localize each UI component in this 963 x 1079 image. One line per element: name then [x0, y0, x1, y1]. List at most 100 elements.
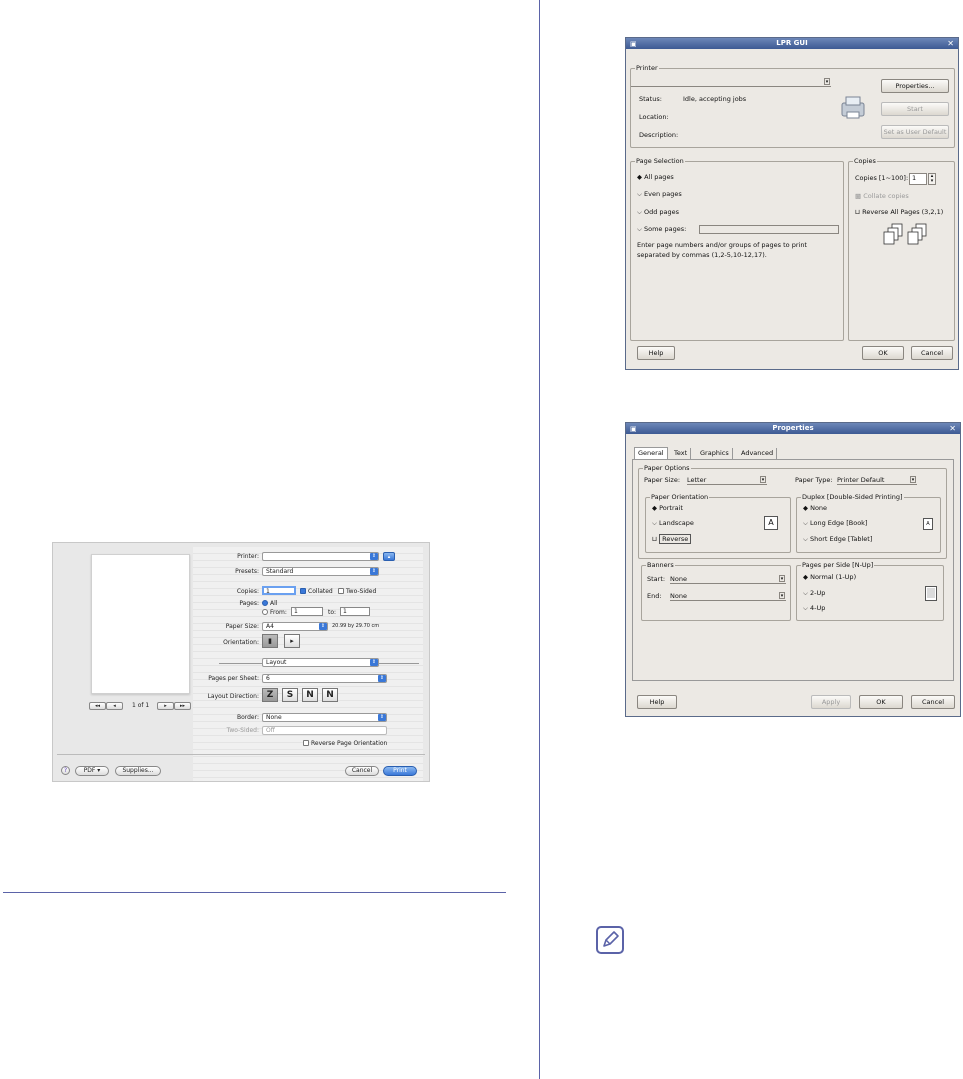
set-default-button[interactable]: Set as User Default	[881, 125, 949, 139]
paper-size-select[interactable]: A4 ⇕	[262, 622, 328, 631]
page-hint: Enter page numbers and/or groups of page…	[637, 241, 807, 259]
pages-from-field[interactable]: 1	[291, 607, 323, 616]
layout-n-icon[interactable]: N	[302, 688, 318, 702]
pages-to-field[interactable]: 1	[340, 607, 370, 616]
pencil-icon	[603, 931, 619, 947]
some-pages-field[interactable]	[699, 225, 839, 234]
mac-print-dialog: ◂◂ ◂ 1 of 1 ▸ ▸▸ Printer: ⇕ ▴ Presets: S…	[52, 542, 430, 782]
chevron-down-icon: ⇕	[378, 675, 386, 682]
portrait-radio[interactable]: ◆ Portrait	[652, 504, 683, 513]
normal-1up-radio[interactable]: ◆ Normal (1-Up)	[803, 573, 856, 582]
duplex-none-radio[interactable]: ◆ None	[803, 504, 827, 513]
ok-button[interactable]: OK	[859, 695, 903, 709]
paper-type-dropdown[interactable]: Printer Default ▾	[837, 476, 917, 485]
first-page-button[interactable]: ◂◂	[89, 702, 106, 710]
layout-z-icon[interactable]: Z	[262, 688, 278, 702]
note-icon	[596, 926, 624, 954]
reverse-orientation-checkbox[interactable]	[303, 740, 309, 746]
long-edge-radio[interactable]: ⌵ Long Edge [Book]	[803, 519, 867, 528]
landscape-orientation-icon[interactable]: ▸	[284, 634, 300, 648]
last-page-button[interactable]: ▸▸	[174, 702, 191, 710]
two-up-label: 2-Up	[810, 589, 826, 597]
portrait-orientation-icon[interactable]: ▮	[262, 634, 278, 648]
reverse-orientation-label: Reverse Page Orientation	[311, 740, 388, 747]
copies-field[interactable]: 1	[262, 586, 296, 595]
presets-label: Presets:	[235, 568, 259, 575]
banners-group-label: Banners	[646, 561, 675, 570]
pages-from-radio[interactable]	[262, 609, 268, 615]
app-icon: ▣	[630, 40, 637, 48]
collate-checkbox[interactable]: ▩ Collate copies	[855, 192, 909, 201]
end-dropdown[interactable]: None ▾	[670, 592, 786, 601]
copies-label: Copies [1~100]:	[855, 174, 909, 182]
app-icon: ▣	[630, 425, 637, 433]
paper-size-dropdown[interactable]: Letter ▾	[687, 476, 767, 485]
help-icon[interactable]: ?	[61, 766, 70, 775]
lpr-gui-window: ▣ LPR GUI ✕ Printer ▾ Status: Idle, acce…	[625, 37, 959, 370]
border-select[interactable]: None ⇕	[262, 713, 387, 722]
pdf-button[interactable]: PDF ▾	[75, 766, 109, 776]
ok-button[interactable]: OK	[862, 346, 904, 360]
next-page-button[interactable]: ▸	[157, 702, 174, 710]
help-button[interactable]: Help	[637, 695, 677, 709]
properties-button[interactable]: Properties...	[881, 79, 949, 93]
help-button[interactable]: Help	[637, 346, 675, 360]
paper-size-dims: 20.99 by 29.70 cm	[332, 623, 380, 629]
layout-direction-label: Layout Direction:	[207, 693, 259, 700]
tab-advanced[interactable]: Advanced	[738, 448, 778, 459]
cancel-button[interactable]: Cancel	[911, 695, 955, 709]
collated-checkbox[interactable]	[300, 588, 306, 594]
four-up-radio[interactable]: ⌵ 4-Up	[803, 604, 825, 613]
page-a-icon: A	[764, 516, 778, 530]
pages-per-sheet-value: 6	[266, 675, 270, 682]
landscape-radio[interactable]: ⌵ Landscape	[652, 519, 694, 528]
cancel-button[interactable]: Cancel	[345, 766, 379, 776]
landscape-label: Landscape	[659, 519, 694, 527]
cancel-button[interactable]: Cancel	[911, 346, 953, 360]
end-label: End:	[647, 592, 662, 600]
start-value: None	[670, 575, 687, 583]
all-pages-radio[interactable]: ◆ All pages	[637, 173, 674, 182]
tab-text[interactable]: Text	[671, 448, 692, 459]
close-icon[interactable]: ✕	[949, 423, 956, 434]
supplies-button[interactable]: Supplies...	[115, 766, 161, 776]
copies-field[interactable]: 1	[909, 173, 927, 185]
odd-pages-radio[interactable]: ⌵ Odd pages	[637, 208, 679, 217]
two-sided-checkbox[interactable]	[338, 588, 344, 594]
orientation-group: Paper Orientation ◆ Portrait ⌵ Landscape…	[645, 493, 791, 553]
nup-page-icon	[925, 586, 937, 601]
reverse-all-checkbox[interactable]: ⊔ Reverse All Pages (3,2,1)	[855, 208, 943, 217]
apply-button[interactable]: Apply	[811, 695, 851, 709]
layout-s-icon[interactable]: S	[282, 688, 298, 702]
four-up-label: 4-Up	[810, 604, 826, 612]
description-label: Description:	[639, 131, 679, 139]
section-select[interactable]: Layout ⇕	[262, 658, 379, 667]
copies-group: Copies Copies [1~100]: 1 ▴ ▾ ▩ Collate co…	[848, 157, 955, 341]
duplex-none-label: None	[810, 504, 828, 512]
duplex-group-label: Duplex [Double-Sided Printing]	[801, 493, 904, 502]
prev-page-button[interactable]: ◂	[106, 702, 123, 710]
some-pages-radio[interactable]: ⌵ Some pages:	[637, 225, 686, 234]
close-icon[interactable]: ✕	[947, 38, 954, 49]
copies-group-label: Copies	[853, 157, 877, 166]
start-button[interactable]: Start	[881, 102, 949, 116]
printer-dropdown[interactable]: ▾	[631, 78, 831, 87]
pages-per-sheet-select[interactable]: 6 ⇕	[262, 674, 387, 683]
tab-graphics[interactable]: Graphics	[697, 448, 733, 459]
reverse-checkbox[interactable]: ⊔ Reverse	[652, 534, 692, 544]
spin-arrows-icon[interactable]: ▴ ▾	[928, 173, 936, 185]
even-pages-radio[interactable]: ⌵ Even pages	[637, 190, 682, 199]
printer-label: Printer:	[237, 553, 259, 560]
layout-n-reverse-icon[interactable]: N	[322, 688, 338, 702]
presets-select[interactable]: Standard ⇕	[262, 567, 379, 576]
duplex-group: Duplex [Double-Sided Printing] ◆ None ⌵ …	[796, 493, 941, 553]
disclosure-icon[interactable]: ▴	[383, 552, 395, 561]
start-dropdown[interactable]: None ▾	[670, 575, 786, 584]
two-up-radio[interactable]: ⌵ 2-Up	[803, 589, 825, 598]
printer-select[interactable]: ⇕	[262, 552, 379, 561]
print-button[interactable]: Print	[383, 766, 417, 776]
normal-1up-label: Normal (1-Up)	[810, 573, 857, 581]
pages-all-radio[interactable]	[262, 600, 268, 606]
collate-illustration-icon	[883, 223, 927, 245]
short-edge-radio[interactable]: ⌵ Short Edge [Tablet]	[803, 535, 872, 544]
